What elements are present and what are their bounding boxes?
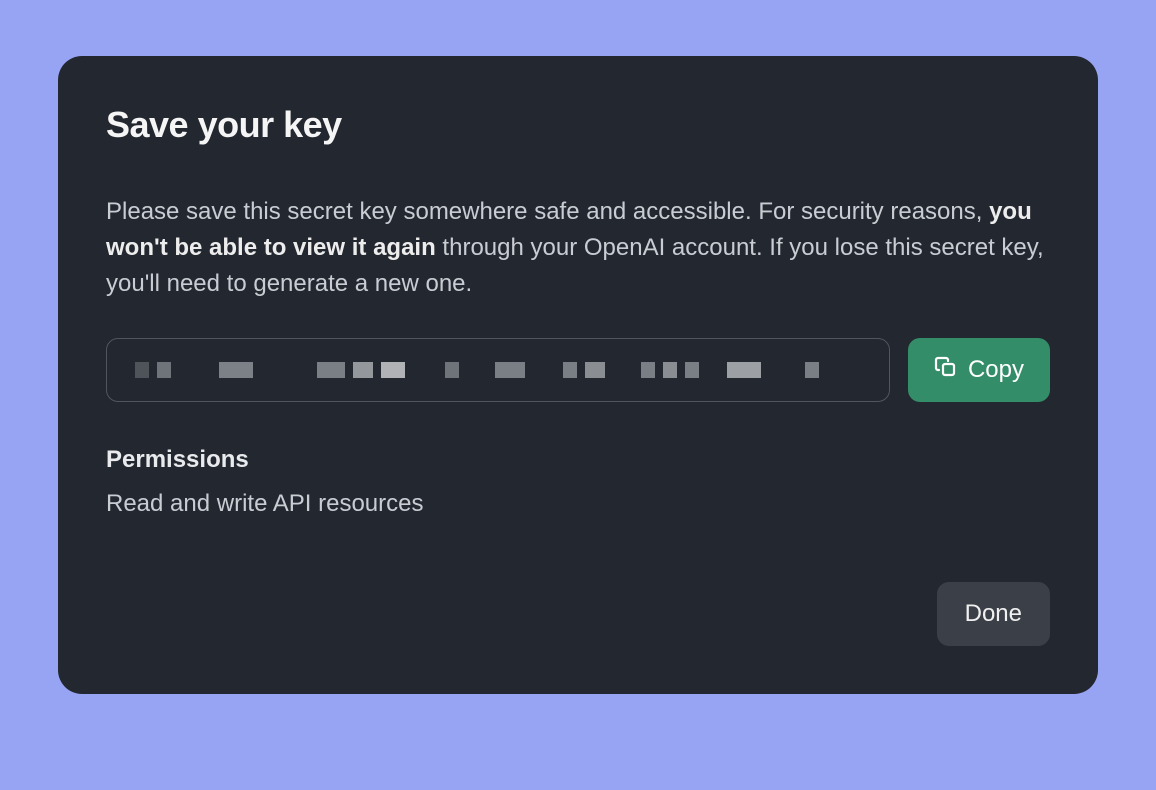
obscured-key-segment — [727, 362, 761, 378]
permissions-label: Permissions — [106, 446, 1050, 474]
save-key-modal: Save your key Please save this secret ke… — [58, 56, 1098, 694]
obscured-key-segment — [685, 362, 699, 378]
modal-description: Please save this secret key somewhere sa… — [106, 194, 1050, 302]
obscured-key-segment — [381, 362, 405, 378]
obscured-key-segment — [445, 362, 459, 378]
obscured-key-segment — [353, 362, 373, 378]
obscured-key-segment — [641, 362, 655, 378]
obscured-key-segment — [317, 362, 345, 378]
copy-icon — [934, 355, 958, 386]
obscured-key-segment — [157, 362, 171, 378]
obscured-key-segment — [585, 362, 605, 378]
obscured-key-segment — [495, 362, 525, 378]
description-prefix: Please save this secret key somewhere sa… — [106, 198, 989, 225]
obscured-key-segment — [563, 362, 577, 378]
permissions-value: Read and write API resources — [106, 490, 1050, 518]
obscured-key-segment — [135, 362, 149, 378]
copy-button-label: Copy — [968, 356, 1024, 384]
secret-key-field[interactable] — [106, 338, 890, 402]
done-button[interactable]: Done — [937, 582, 1050, 646]
obscured-key-segment — [219, 362, 253, 378]
obscured-key-segment — [805, 362, 819, 378]
modal-title: Save your key — [106, 104, 1050, 146]
obscured-key-segment — [663, 362, 677, 378]
modal-wrapper: Save your key Please save this secret ke… — [58, 56, 1098, 694]
copy-button[interactable]: Copy — [908, 338, 1050, 402]
